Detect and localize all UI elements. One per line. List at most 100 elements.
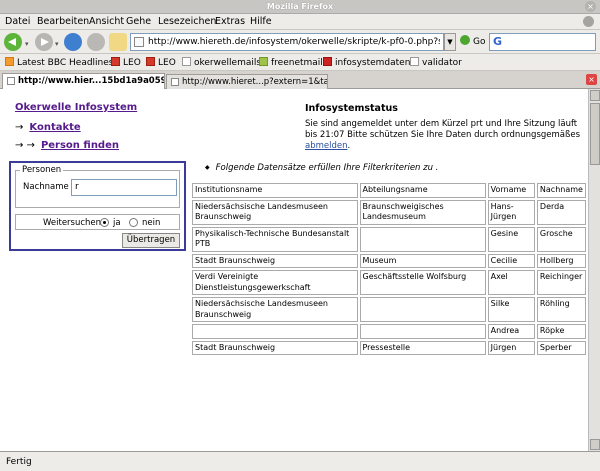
table-row: Niedersächsische Landesmuseen Braunschwe… (192, 199, 586, 225)
bookmark-validator[interactable]: validator (410, 57, 462, 68)
bookmark-okerwellemails[interactable]: okerwellemails (182, 57, 261, 68)
window-close-icon[interactable]: × (585, 1, 596, 12)
go-button[interactable]: Go (460, 35, 485, 47)
table-cell: Verdi Vereinigte Dienstleistungsgewerksc… (192, 270, 358, 295)
weitersuchen-group: Weitersuchen ja nein (15, 214, 180, 230)
radio-ja-label: ja (113, 218, 121, 228)
tab-favicon-icon (7, 77, 15, 85)
google-search-icon: G (493, 35, 503, 48)
kontakte-link[interactable]: Kontakte (29, 122, 80, 133)
menubar: Datei Bearbeiten Ansicht Gehe Lesezeiche… (0, 14, 600, 30)
table-cell: Physikalisch-Technische Bundesanstalt PT… (192, 226, 358, 252)
back-history-dropdown-icon[interactable]: ▾ (25, 40, 29, 48)
table-cell: Pressestelle (359, 340, 486, 355)
personen-fieldset: Personen Nachname r (15, 165, 180, 208)
back-icon[interactable] (4, 33, 22, 51)
window-titlebar: Mozilla Firefox × (0, 0, 600, 14)
leo-icon (111, 57, 120, 66)
menu-datei[interactable]: Datei (5, 16, 30, 27)
menu-ansicht[interactable]: Ansicht (89, 16, 124, 27)
infosystem-icon (323, 57, 332, 66)
feed-icon (5, 57, 14, 66)
menu-lesezeichen[interactable]: Lesezeichen (158, 16, 216, 27)
search-input[interactable]: G (489, 33, 596, 51)
table-cell: Axel (487, 270, 535, 295)
nachname-input[interactable]: r (71, 179, 177, 196)
table-cell (192, 324, 358, 339)
url-dropdown-icon[interactable]: ▼ (444, 33, 456, 51)
radio-ja[interactable] (100, 218, 109, 227)
submit-button[interactable]: Übertragen (122, 233, 180, 248)
nav-toolbar: ▾ ▾ http://www.hiereth.de/infosystem/oke… (0, 30, 600, 54)
table-cell: Silke (487, 297, 535, 322)
reload-icon[interactable] (64, 33, 82, 51)
status-text: Sie sind angemeldet unter dem Kürzel prt… (305, 119, 580, 151)
tab-favicon-icon (171, 78, 179, 86)
bookmark-freenetmails[interactable]: freenetmails (259, 57, 328, 68)
logout-link[interactable]: abmelden (305, 141, 348, 151)
header-cell: Vorname (487, 183, 535, 198)
menu-gehe[interactable]: Gehe (126, 16, 151, 27)
forward-history-dropdown-icon[interactable]: ▾ (55, 40, 59, 48)
table-cell: Niedersächsische Landesmuseen Braunschwe… (192, 297, 358, 322)
header-cell: Nachname (536, 183, 586, 198)
nav-person-finden: → → Person finden (15, 140, 119, 151)
weitersuchen-label: Weitersuchen (43, 218, 102, 228)
table-cell: Jürgen (487, 340, 535, 355)
table-cell (359, 226, 486, 252)
site-title-link[interactable]: Okerwelle Infosystem (15, 102, 137, 113)
scroll-thumb[interactable] (590, 103, 600, 165)
table-cell: Niedersächsische Landesmuseen Braunschwe… (192, 199, 358, 225)
stop-icon[interactable] (87, 33, 105, 51)
leo-icon (146, 57, 155, 66)
table-cell: Hollberg (536, 253, 586, 268)
tab-close-icon[interactable]: × (586, 74, 597, 85)
table-header-row: Institutionsname Abteilungsname Vorname … (192, 183, 586, 198)
menu-extras[interactable]: Extras (215, 16, 245, 27)
radio-nein[interactable] (129, 218, 138, 227)
forward-icon[interactable] (35, 33, 53, 51)
tab-inactive[interactable]: http://www.hieret...p?extern=1&tagt=0 (166, 74, 328, 89)
window-title: Mozilla Firefox (266, 2, 334, 11)
scroll-up-icon[interactable] (590, 90, 600, 101)
url-bar[interactable]: http://www.hiereth.de/infosystem/okerwel… (130, 33, 444, 51)
tab-active[interactable]: http://www.hier...15bd1a9a059227f (2, 73, 165, 90)
home-icon[interactable] (109, 33, 127, 51)
menu-hilfe[interactable]: Hilfe (250, 16, 272, 27)
table-cell (359, 297, 486, 322)
table-cell: Röpke (536, 324, 586, 339)
radio-nein-label: nein (142, 218, 161, 228)
header-cell: Institutionsname (192, 183, 358, 198)
nachname-label: Nachname (23, 182, 69, 192)
bookmarks-toolbar: Latest BBC Headlines LEO LEO okerwellema… (0, 54, 600, 71)
scroll-down-icon[interactable] (590, 439, 600, 450)
nav-arrow-icon: → → (15, 140, 35, 151)
page-content: Okerwelle Infosystem → Kontakte → → Person… (0, 89, 588, 451)
bookmark-infosystemdaten[interactable]: infosystemdaten (323, 57, 410, 68)
bookmark-bbc[interactable]: Latest BBC Headlines (5, 57, 113, 68)
table-row: Stadt Braunschweig Museum Cecilie Hollbe… (192, 253, 586, 268)
freenet-icon (259, 57, 268, 66)
table-cell: Sperber (536, 340, 586, 355)
table-row: Verdi Vereinigte Dienstleistungsgewerksc… (192, 270, 586, 295)
table-cell: Geschäftsstelle Wolfsburg (359, 270, 486, 295)
go-label: Go (473, 37, 486, 47)
page-icon (182, 57, 191, 66)
table-row: Andrea Röpke (192, 324, 586, 339)
bookmark-leo-1[interactable]: LEO (111, 57, 141, 68)
menu-bearbeiten[interactable]: Bearbeiten (37, 16, 89, 27)
filter-message: Folgende Datensätze erfüllen Ihre Filter… (205, 163, 439, 173)
table-cell: Hans-Jürgen (487, 199, 535, 225)
table-cell: Stadt Braunschweig (192, 340, 358, 355)
tab-strip: http://www.hier...15bd1a9a059227f http:/… (0, 72, 600, 90)
throbber-icon (583, 16, 594, 27)
results-table: Institutionsname Abteilungsname Vorname … (190, 181, 588, 357)
search-form: Personen Nachname r Weitersuchen ja nein… (9, 161, 186, 251)
table-cell: Gesine (487, 226, 535, 252)
person-finden-link[interactable]: Person finden (41, 140, 119, 151)
table-cell: Andrea (487, 324, 535, 339)
bookmark-leo-2[interactable]: LEO (146, 57, 176, 68)
go-icon (460, 35, 470, 45)
vertical-scrollbar[interactable] (588, 89, 600, 451)
url-text[interactable]: http://www.hiereth.de/infosystem/okerwel… (148, 37, 440, 47)
